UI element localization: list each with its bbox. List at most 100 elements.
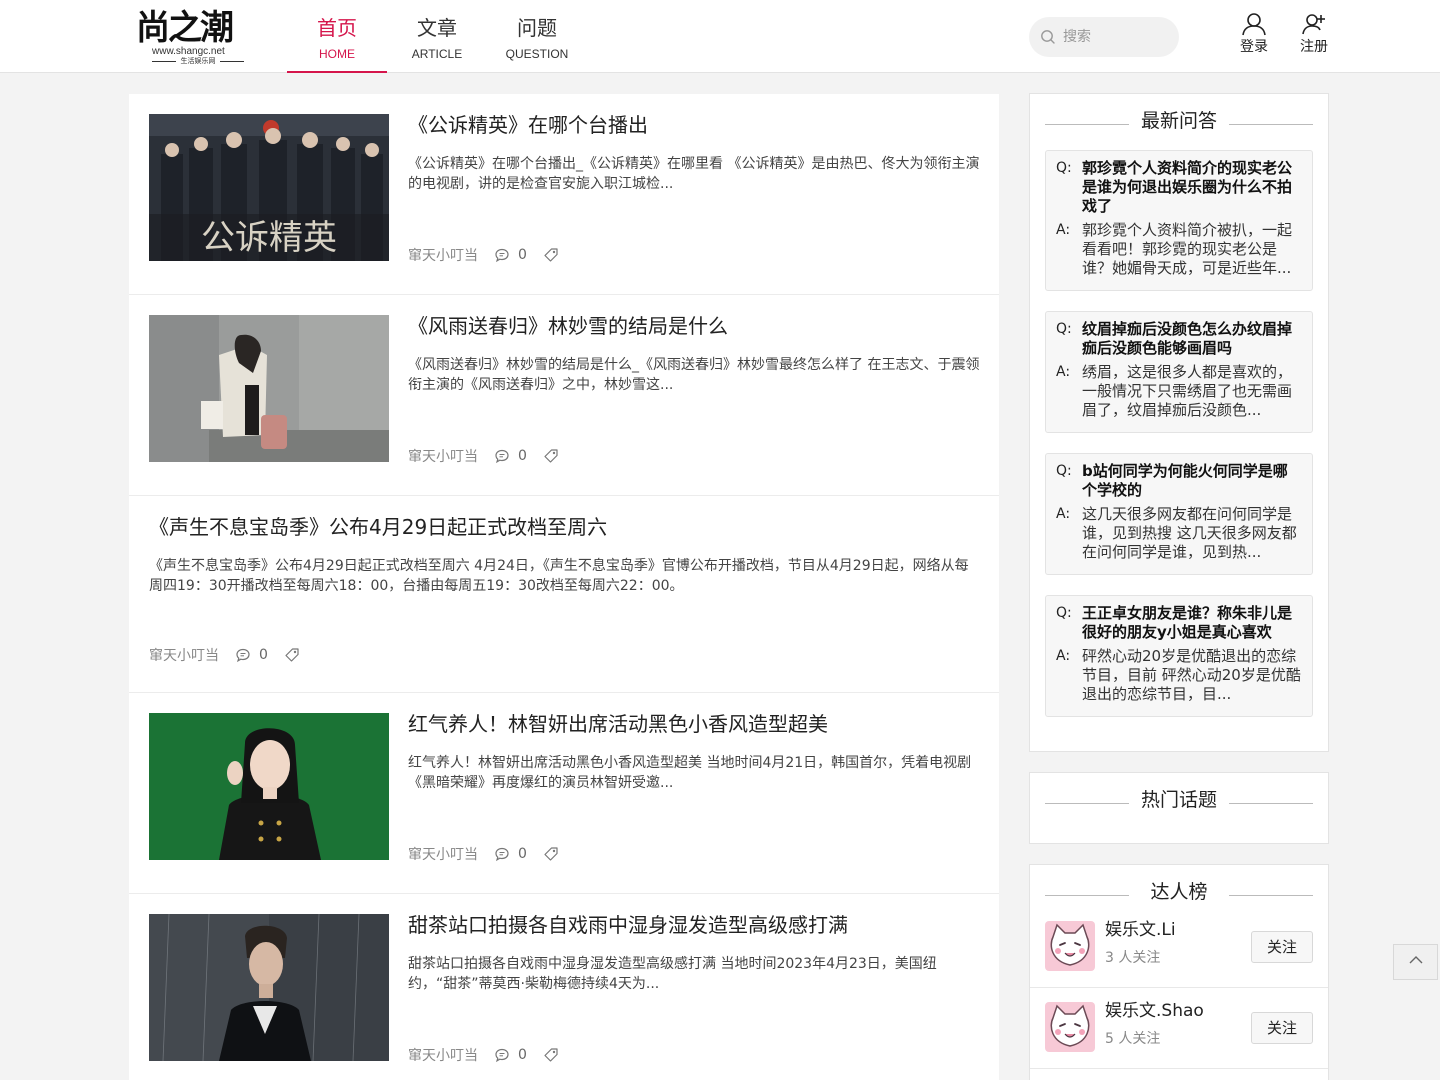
login-label: 登录 (1240, 39, 1268, 55)
add-user-icon (1302, 14, 1325, 35)
search-input[interactable] (1063, 17, 1173, 57)
qa-question[interactable]: 郭珍霓个人资料简介的现实老公是谁为何退出娱乐圈为什么不拍戏了 (1082, 159, 1302, 216)
question-tag: Q: (1056, 463, 1072, 479)
site-logo[interactable]: 尚之潮 www.shangc.net 生活娱乐网 (136, 10, 250, 66)
post-thumbnail[interactable]: 公诉精英 (149, 114, 389, 261)
user-icon (1242, 13, 1266, 36)
ranking-panel: 达人榜 娱乐文.Li 3 人关注 关注 娱乐文.Shao 5 人关注 关注 (1029, 864, 1329, 1080)
comment-count: 0 (518, 1047, 527, 1063)
hot-topics-title: 热门话题 (1140, 789, 1217, 811)
user-name[interactable]: 娱乐文.Li (1105, 919, 1176, 941)
follow-button[interactable]: 关注 (1251, 1012, 1313, 1044)
tag-icon[interactable] (543, 1047, 559, 1063)
qa-question[interactable]: 纹眉掉痂后没颜色怎么办纹眉掉痂后没颜色能够画眉吗 (1082, 320, 1302, 358)
nav-home[interactable]: 首页 HOME (287, 0, 387, 73)
thumbnail-text: 公诉精英 (201, 218, 337, 258)
post-author[interactable]: 窜天小叮当 (149, 645, 219, 665)
panel-heading: 最新问答 (1045, 108, 1313, 134)
post-author[interactable]: 窜天小叮当 (408, 844, 478, 864)
post-item: 《风雨送春归》林妙雪的结局是什么 《风雨送春归》林妙雪的结局是什么_《风雨送春归… (129, 295, 999, 496)
follow-button[interactable]: 关注 (1251, 931, 1313, 963)
comment-icon (495, 449, 509, 464)
post-excerpt: 《风雨送春归》林妙雪的结局是什么_《风雨送春归》林妙雪最终怎么样了 在王志文、于… (408, 357, 980, 393)
post-title[interactable]: 《风雨送春归》林妙雪的结局是什么 (408, 313, 980, 339)
tag-icon[interactable] (543, 247, 559, 263)
post-thumbnail[interactable] (149, 315, 389, 462)
comment-icon (495, 847, 509, 862)
search-box (1029, 17, 1179, 57)
comment-count: 0 (518, 846, 527, 862)
qa-answer: 绣眉，这是很多人都是喜欢的，一般情况下只需绣眉了也无需画眉了，纹眉掉痂后没颜色.… (1082, 363, 1293, 419)
post-author[interactable]: 窜天小叮当 (408, 1045, 478, 1065)
hot-topics-panel: 热门话题 (1029, 772, 1329, 844)
comment-count: 0 (518, 448, 527, 464)
comment-count: 0 (518, 247, 527, 263)
logo-url: www.shangc.net (152, 46, 225, 57)
nav-home-label: 首页 (317, 16, 357, 40)
post-author[interactable]: 窜天小叮当 (408, 245, 478, 265)
tag-icon[interactable] (284, 647, 300, 663)
post-meta: 窜天小叮当 0 (408, 445, 567, 467)
qa-card[interactable]: Q: 郭珍霓个人资料简介的现实老公是谁为何退出娱乐圈为什么不拍戏了 A: 郭珍霓个人… (1045, 150, 1313, 291)
post-meta: 窜天小叮当 0 (408, 1044, 567, 1066)
post-excerpt: 《声生不息宝岛季》公布4月29日起正式改档至周六 4月24日，《声生不息宝岛季》… (149, 558, 969, 594)
logo-text: 尚之潮 (136, 8, 234, 48)
post-excerpt: 红气养人！林智妍出席活动黑色小香风造型超美 当地时间4月21日，韩国首尔，凭着电… (408, 755, 972, 791)
nav-question-label: 问题 (517, 16, 557, 40)
post-item: 《声生不息宝岛季》公布4月29日起正式改档至周六 《声生不息宝岛季》公布4月29… (129, 496, 999, 693)
post-title[interactable]: 《声生不息宝岛季》公布4月29日起正式改档至周六 (149, 514, 981, 540)
ranking-user-row: 娱乐文.Li 3 人关注 关注 (1045, 915, 1313, 981)
question-tag: Q: (1056, 321, 1072, 337)
register-button[interactable]: 注册 (1289, 12, 1339, 62)
post-meta: 窜天小叮当 0 (149, 644, 308, 666)
post-title[interactable]: 红气养人！林智妍出席活动黑色小香风造型超美 (408, 711, 980, 737)
comment-icon (495, 248, 509, 263)
qa-answer: 砰然心动20岁是优酷退出的恋综节目，目前 砰然心动20岁是优酷退出的恋综节目，目… (1082, 647, 1301, 703)
tag-icon[interactable] (543, 448, 559, 464)
qa-card[interactable]: Q: 王正卓女朋友是谁？称朱非儿是很好的朋友y小姐是真心喜欢 A: 砰然心动20岁是… (1045, 595, 1313, 717)
ranking-user-row: 娱乐文.Shao 5 人关注 关注 (1045, 996, 1313, 1062)
chevron-up-icon (1409, 956, 1422, 964)
nav-question[interactable]: 问题 QUESTION (487, 0, 587, 73)
ranking-title: 达人榜 (1150, 881, 1208, 903)
user-name[interactable]: 娱乐文.Shao (1105, 1000, 1204, 1022)
latest-qa-panel: 最新问答 Q: 郭珍霓个人资料简介的现实老公是谁为何退出娱乐圈为什么不拍戏了 A:… (1029, 93, 1329, 752)
post-list: 公诉精英 《公诉精英》在哪个台播出 《公诉精英》在哪个台播出_《公诉精英》在哪里… (129, 94, 999, 1080)
search-icon[interactable] (1039, 28, 1057, 46)
question-tag: Q: (1056, 160, 1072, 176)
post-title[interactable]: 《公诉精英》在哪个台播出 (408, 112, 980, 138)
post-thumbnail[interactable] (149, 914, 389, 1061)
qa-question[interactable]: 王正卓女朋友是谁？称朱非儿是很好的朋友y小姐是真心喜欢 (1082, 604, 1302, 642)
post-meta: 窜天小叮当 0 (408, 843, 567, 865)
post-title[interactable]: 甜茶站口拍摄各自戏雨中湿身湿发造型高级感打满 (408, 912, 980, 938)
answer-tag: A: (1056, 506, 1071, 522)
latest-qa-title: 最新问答 (1140, 110, 1217, 132)
qa-question[interactable]: b站何同学为何能火何同学是哪个学校的 (1082, 462, 1302, 500)
post-author[interactable]: 窜天小叮当 (408, 446, 478, 466)
answer-tag: A: (1056, 364, 1071, 380)
qa-card[interactable]: Q: b站何同学为何能火何同学是哪个学校的 A: 这几天很多网友都在问何同学是谁，见… (1045, 453, 1313, 575)
divider (1030, 1068, 1328, 1069)
tag-icon[interactable] (543, 846, 559, 862)
qa-answer: 郭珍霓个人资料简介被扒，一起看看吧！郭珍霓的现实老公是谁？她媚骨天成，可是近些年… (1082, 221, 1293, 277)
avatar[interactable] (1045, 1002, 1095, 1052)
follower-count: 3 人关注 (1105, 950, 1161, 966)
logo-tagline: 生活娱乐网 (152, 57, 244, 65)
avatar[interactable] (1045, 921, 1095, 971)
answer-tag: A: (1056, 648, 1071, 664)
post-excerpt: 《公诉精英》在哪个台播出_《公诉精英》在哪里看 《公诉精英》是由热巴、佟大为领衔… (408, 156, 980, 192)
back-to-top-button[interactable] (1393, 944, 1438, 980)
panel-heading: 达人榜 (1045, 879, 1313, 905)
qa-answer: 这几天很多网友都在问何同学是谁，见到热搜 这几天很多网友都在问何同学是谁，见到热… (1082, 505, 1297, 561)
register-label: 注册 (1300, 39, 1328, 55)
nav-article-label: 文章 (417, 16, 457, 40)
post-item: 公诉精英 《公诉精英》在哪个台播出 《公诉精英》在哪个台播出_《公诉精英》在哪里… (129, 94, 999, 295)
qa-card[interactable]: Q: 纹眉掉痂后没颜色怎么办纹眉掉痂后没颜色能够画眉吗 A: 绣眉，这是很多人都是喜… (1045, 311, 1313, 433)
nav-article[interactable]: 文章 ARTICLE (387, 0, 487, 73)
post-meta: 窜天小叮当 0 (408, 244, 567, 266)
comment-count: 0 (259, 647, 268, 663)
post-thumbnail[interactable] (149, 713, 389, 860)
login-button[interactable]: 登录 (1229, 12, 1279, 62)
question-tag: Q: (1056, 605, 1072, 621)
nav-question-sublabel: QUESTION (505, 47, 569, 61)
